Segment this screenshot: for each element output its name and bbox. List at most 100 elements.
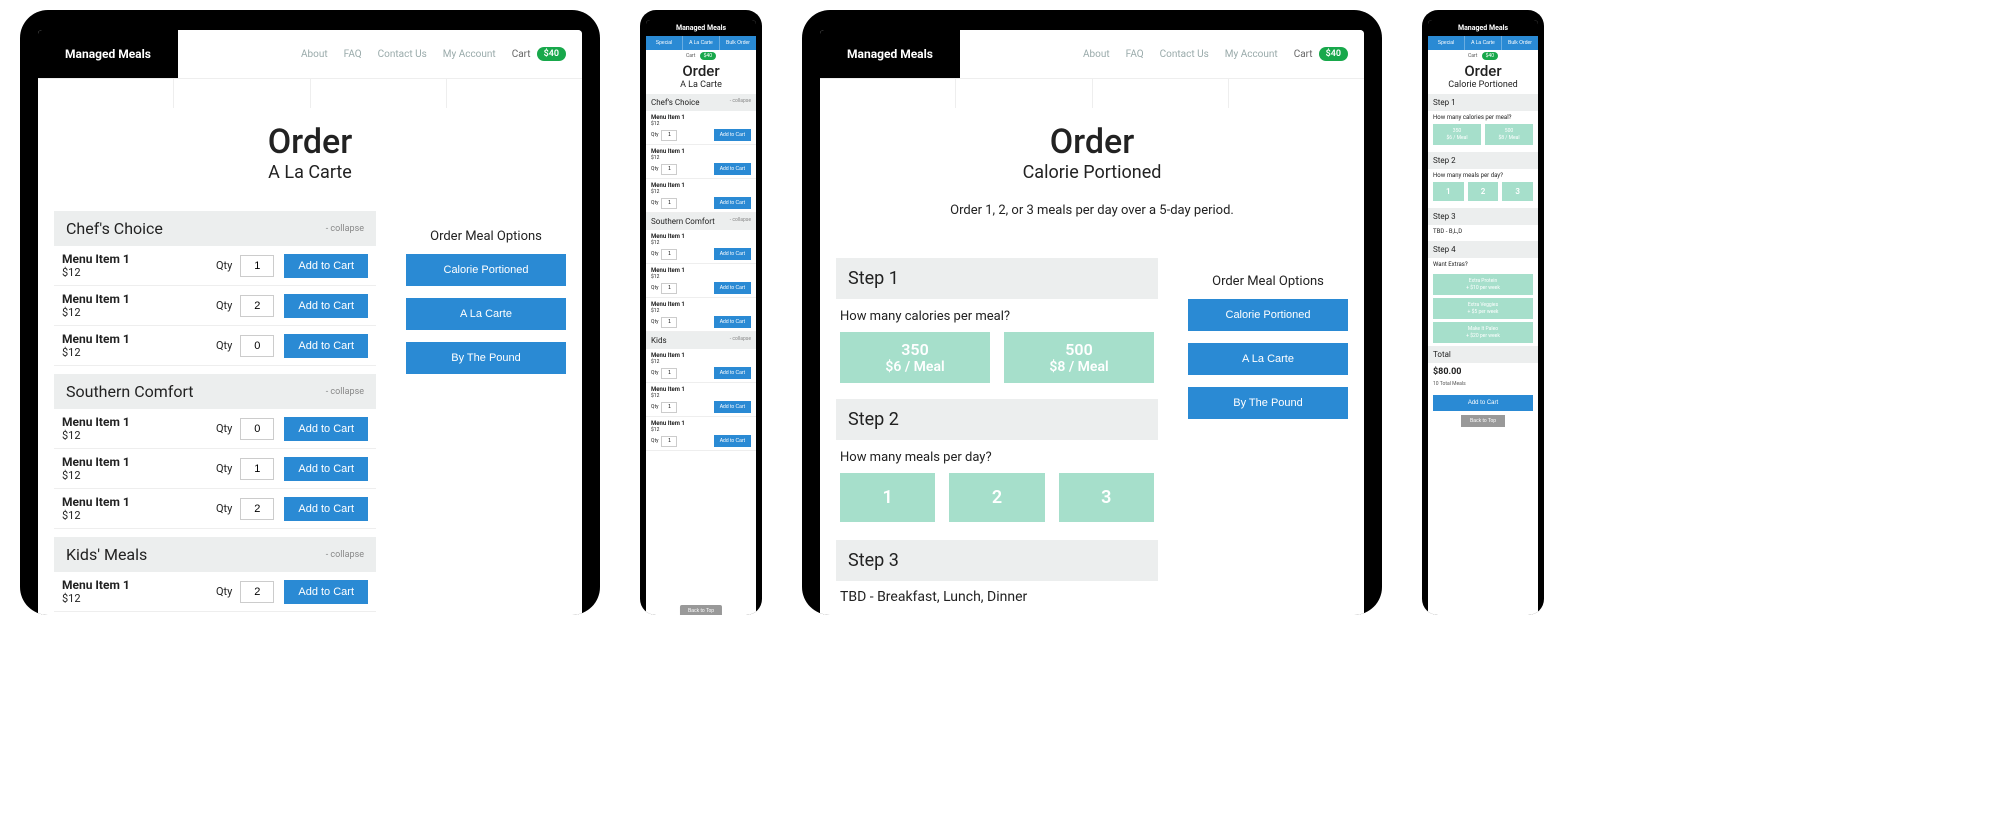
nav-faq[interactable]: FAQ xyxy=(344,49,362,60)
add-to-cart-button[interactable]: Add to Cart xyxy=(284,580,368,604)
add-to-cart-button[interactable]: Add to Cart xyxy=(284,334,368,358)
sidebtn-calorie[interactable]: Calorie Portioned xyxy=(406,254,566,286)
sidebtn-alacarte[interactable]: A La Carte xyxy=(406,298,566,330)
nav-account[interactable]: My Account xyxy=(1225,49,1278,60)
phone-cart[interactable]: Cart $40 xyxy=(1428,50,1538,62)
extra-option[interactable]: Make It Paleo+ $20 per week xyxy=(1433,322,1533,343)
calorie-price: $8 / Meal xyxy=(1008,359,1150,375)
sidebtn-pound[interactable]: By The Pound xyxy=(1188,387,1348,419)
nav-cart[interactable]: Cart $40 xyxy=(512,47,566,61)
qty-input[interactable] xyxy=(240,581,274,603)
nav-account[interactable]: My Account xyxy=(443,49,496,60)
add-to-cart-button[interactable]: Add to Cart xyxy=(714,367,751,379)
sidebtn-calorie[interactable]: Calorie Portioned xyxy=(1188,299,1348,331)
sidebtn-pound[interactable]: By The Pound xyxy=(406,342,566,374)
back-to-top-button[interactable]: Back to Top xyxy=(1461,415,1505,427)
extra-option[interactable]: Extra Protein+ $10 per week xyxy=(1433,274,1533,295)
qty-input[interactable] xyxy=(661,249,677,260)
add-to-cart-button[interactable]: Add to Cart xyxy=(714,401,751,413)
qty-input[interactable] xyxy=(661,130,677,141)
qty-input[interactable] xyxy=(661,164,677,175)
tab-special[interactable]: Special xyxy=(646,36,683,50)
qty-input[interactable] xyxy=(661,317,677,328)
add-to-cart-button[interactable]: Add to Cart xyxy=(284,417,368,441)
nav-faq[interactable]: FAQ xyxy=(1126,49,1144,60)
back-to-top-button[interactable]: Back to Top xyxy=(680,605,722,615)
calorie-option[interactable]: 500$8 / Meal xyxy=(1485,124,1533,145)
cart-amount-badge: $40 xyxy=(700,52,716,60)
add-to-cart-button[interactable]: Add to Cart xyxy=(284,457,368,481)
sidebtn-alacarte[interactable]: A La Carte xyxy=(1188,343,1348,375)
nav-contact[interactable]: Contact Us xyxy=(378,49,427,60)
add-to-cart-button[interactable]: Add to Cart xyxy=(714,435,751,447)
meals-per-day-option[interactable]: 2 xyxy=(1468,182,1499,201)
collapse-toggle[interactable]: - collapse xyxy=(326,224,364,234)
item-name: Menu Item 1 xyxy=(651,267,751,274)
calorie-option[interactable]: 350$6 / Meal xyxy=(1433,124,1481,145)
qty-input[interactable] xyxy=(661,436,677,447)
nav-cart[interactable]: Cart $40 xyxy=(1294,47,1348,61)
meals-per-day-option[interactable]: 1 xyxy=(840,473,935,522)
phone-tabs: Special A La Carte Bulk Order xyxy=(1428,36,1538,50)
nav-about[interactable]: About xyxy=(1083,49,1110,60)
qty-input[interactable] xyxy=(240,335,274,357)
section-header[interactable]: Kids- collapse xyxy=(646,332,756,349)
add-to-cart-button[interactable]: Add to Cart xyxy=(714,282,751,294)
nav-about[interactable]: About xyxy=(301,49,328,60)
add-to-cart-button[interactable]: Add to Cart xyxy=(714,163,751,175)
add-to-cart-button[interactable]: Add to Cart xyxy=(284,254,368,278)
side-column: Order Meal Options Calorie Portioned A L… xyxy=(406,203,566,615)
add-to-cart-button[interactable]: Add to Cart xyxy=(284,497,368,521)
side-title: Order Meal Options xyxy=(1188,274,1348,289)
collapse-toggle[interactable]: - collapse xyxy=(730,217,751,226)
section-header[interactable]: Kids' Meals- collapse xyxy=(54,537,376,572)
calorie-option[interactable]: 350$6 / Meal xyxy=(840,332,990,383)
calorie-option[interactable]: 500$8 / Meal xyxy=(1004,332,1154,383)
section-header[interactable]: Southern Comfort- collapse xyxy=(54,374,376,409)
meals-per-day-option[interactable]: 3 xyxy=(1059,473,1154,522)
collapse-toggle[interactable]: - collapse xyxy=(326,387,364,397)
collapse-toggle[interactable]: - collapse xyxy=(326,550,364,560)
phone-cart[interactable]: Cart $40 xyxy=(646,50,756,62)
section-header[interactable]: Southern Comfort- collapse xyxy=(646,213,756,230)
qty-input[interactable] xyxy=(240,295,274,317)
tab-special[interactable]: Special xyxy=(1428,36,1465,50)
main-column: Step 1 How many calories per meal? 350$6… xyxy=(836,248,1158,615)
tab-bulk[interactable]: Bulk Order xyxy=(720,36,756,50)
qty-input[interactable] xyxy=(661,198,677,209)
menu-row: Menu Item 1$12QtyAdd to Cart xyxy=(54,612,376,615)
add-to-cart-button[interactable]: Add to Cart xyxy=(714,316,751,328)
brand-logo[interactable]: Managed Meals xyxy=(38,30,178,78)
section-header[interactable]: Chef's Choice- collapse xyxy=(54,211,376,246)
tab-alacarte[interactable]: A La Carte xyxy=(683,36,720,50)
qty-input[interactable] xyxy=(661,283,677,294)
page-intro: Order 1, 2, or 3 meals per day over a 5-… xyxy=(820,203,1364,218)
nav-contact[interactable]: Contact Us xyxy=(1160,49,1209,60)
add-to-cart-button[interactable]: Add to Cart xyxy=(714,197,751,209)
brand-logo[interactable]: Managed Meals xyxy=(1428,20,1538,36)
add-to-cart-button[interactable]: Add to Cart xyxy=(714,129,751,141)
extra-price: + $5 per week xyxy=(1435,309,1531,316)
qty-input[interactable] xyxy=(240,498,274,520)
qty-input[interactable] xyxy=(240,255,274,277)
brand-logo[interactable]: Managed Meals xyxy=(820,30,960,78)
brand-logo[interactable]: Managed Meals xyxy=(646,20,756,36)
qty-input[interactable] xyxy=(240,418,274,440)
section-header[interactable]: Chef's Choice- collapse xyxy=(646,94,756,111)
add-to-cart-button[interactable]: Add to Cart xyxy=(284,294,368,318)
meals-per-day-option[interactable]: 2 xyxy=(949,473,1044,522)
extra-option[interactable]: Extra Veggies+ $5 per week xyxy=(1433,298,1533,319)
qty-input[interactable] xyxy=(240,458,274,480)
collapse-toggle[interactable]: - collapse xyxy=(730,336,751,345)
qty-input[interactable] xyxy=(661,368,677,379)
qty-input[interactable] xyxy=(661,402,677,413)
item-price: $12 xyxy=(62,469,216,482)
page-subtitle: Calorie Portioned xyxy=(820,162,1364,183)
add-to-cart-button[interactable]: Add to Cart xyxy=(1433,395,1533,411)
tab-alacarte[interactable]: A La Carte xyxy=(1465,36,1502,50)
collapse-toggle[interactable]: - collapse xyxy=(730,98,751,107)
meals-per-day-option[interactable]: 3 xyxy=(1502,182,1533,201)
meals-per-day-option[interactable]: 1 xyxy=(1433,182,1464,201)
add-to-cart-button[interactable]: Add to Cart xyxy=(714,248,751,260)
tab-bulk[interactable]: Bulk Order xyxy=(1502,36,1538,50)
